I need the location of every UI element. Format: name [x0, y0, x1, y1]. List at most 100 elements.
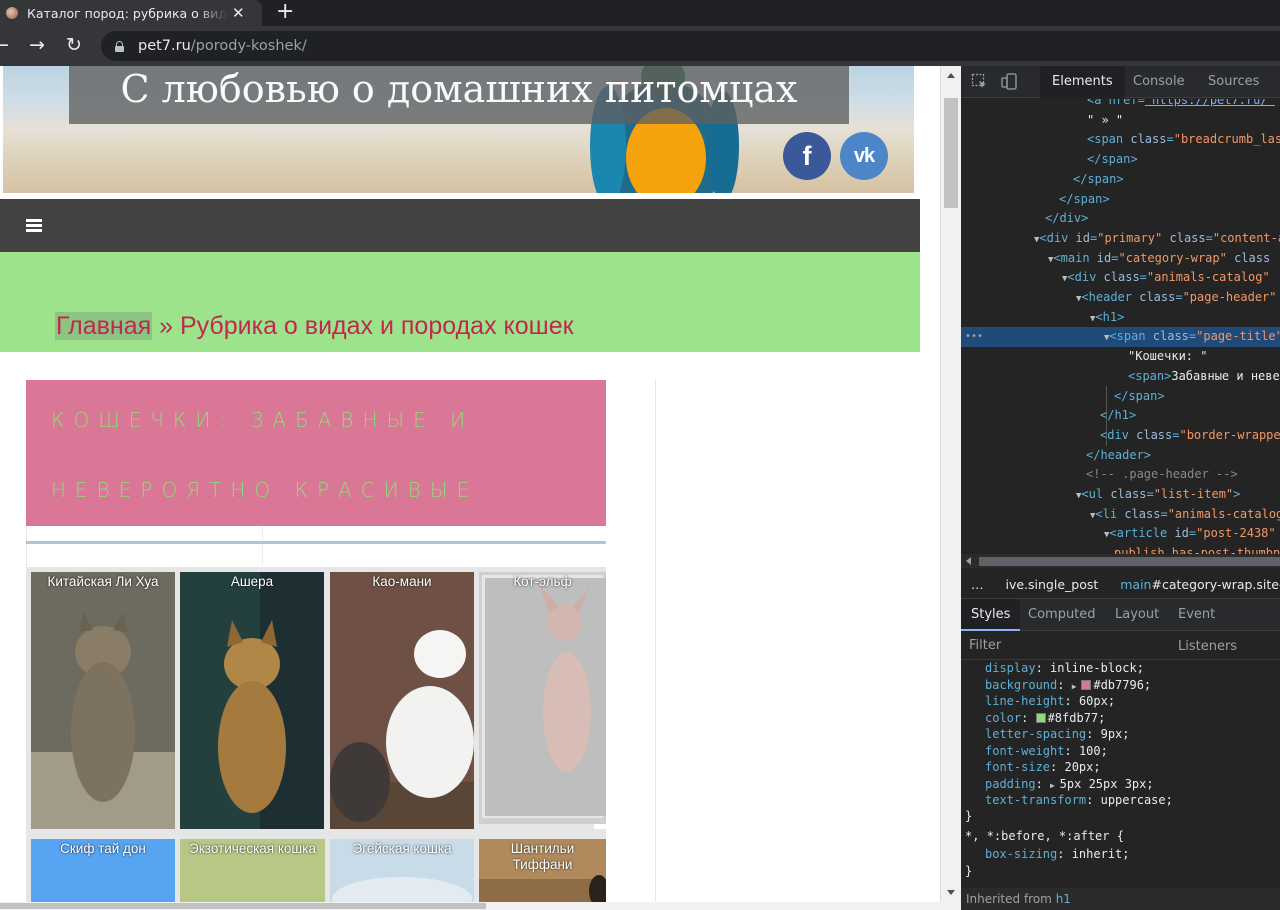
site-banner: С любовью о домашних питомцах [69, 66, 849, 124]
tab-close-icon[interactable]: ✕ [232, 4, 245, 22]
dom-node-line[interactable]: </div> [961, 209, 1280, 229]
dom-node-line[interactable]: ▼<h1> [961, 308, 1280, 328]
dom-node-line[interactable]: <span>Забавные и невероятно [961, 367, 1280, 387]
color-swatch-icon[interactable] [1035, 712, 1046, 723]
tab-layout[interactable]: Layout [1105, 599, 1169, 631]
forward-button[interactable]: → [29, 26, 45, 66]
list-item[interactable]: Скиф тай дон [31, 839, 175, 910]
cat-name: Шантильи Тиффани [510, 841, 575, 872]
style-declaration[interactable]: letter-spacing: 9px; [985, 726, 1130, 743]
tab-console[interactable]: Console [1121, 66, 1197, 98]
column-divider [262, 526, 263, 566]
dom-node-line[interactable]: " » " [961, 111, 1280, 131]
cat-name: Кот-эльф [513, 574, 572, 589]
dom-node-line[interactable]: </span> [961, 387, 1280, 407]
dom-node-line[interactable]: <!-- .page-header --> [961, 465, 1280, 485]
style-declaration[interactable]: background: ▶ #db7796; [985, 677, 1151, 694]
main-navbar [0, 199, 920, 252]
browser-tab[interactable]: Каталог пород: рубрика о видах ✕ [0, 0, 262, 26]
cat-photo-li-hua [31, 572, 175, 829]
style-declaration[interactable]: box-sizing: inherit; [985, 846, 1130, 863]
style-declaration[interactable]: text-transform: uppercase; [985, 792, 1173, 809]
dom-node-line[interactable]: ▼<div id="primary" class="content-area" [961, 229, 1280, 249]
style-declaration[interactable]: line-height: 60px; [985, 693, 1115, 710]
dom-node-line[interactable]: <a href="https://pet7.ru/" [961, 99, 1280, 111]
site-favicon-icon [6, 7, 18, 19]
dom-node-line[interactable]: </h1> [961, 406, 1280, 426]
color-swatch-icon[interactable] [1081, 679, 1092, 690]
dom-tree-hscrollbar[interactable] [961, 554, 1280, 568]
style-declaration[interactable]: font-weight: 100; [985, 743, 1108, 760]
list-item[interactable]: Кот-эльф [479, 572, 606, 829]
inspect-element-icon[interactable] [971, 73, 988, 90]
scroll-up-icon[interactable] [947, 73, 955, 78]
dom-node-line[interactable]: </span> [961, 150, 1280, 170]
tab-sources[interactable]: Sources [1196, 66, 1271, 98]
style-declaration[interactable]: display: inline-block; [985, 660, 1144, 677]
dom-node-line[interactable]: ▼<main id="category-wrap" class [961, 249, 1280, 269]
universal-selector: *, *:before, *:after { [965, 829, 1124, 843]
scrollbar-thumb[interactable] [944, 98, 958, 208]
list-item[interactable]: Шантильи Тиффани [479, 839, 606, 910]
dom-tree[interactable]: <a href="https://pet7.ru/" " » " <span cla… [961, 99, 1280, 554]
tab-event-listeners[interactable]: Event Listeners [1168, 599, 1280, 654]
tab-styles[interactable]: Styles [961, 599, 1021, 631]
site-tagline: С любовью о домашних питомцах [120, 67, 798, 111]
device-toolbar-icon[interactable] [1001, 73, 1018, 90]
dom-node-line[interactable]: ▼<li class="animals-catalog" [961, 505, 1280, 525]
address-bar[interactable]: pet7.ru/porody-koshek/ [101, 31, 1280, 61]
dom-node-line[interactable]: </span> [961, 190, 1280, 210]
reload-button[interactable]: ↻ [66, 26, 82, 66]
back-button[interactable]: ← [0, 26, 9, 66]
hscrollbar-thumb[interactable] [0, 903, 486, 909]
cat-name: Ашера [230, 574, 274, 589]
dom-node-line[interactable]: </header> [961, 446, 1280, 466]
rule-close: } [965, 809, 973, 823]
style-declaration[interactable]: color: #8fdb77; [985, 710, 1105, 727]
dom-node-line[interactable]: publish has-post-thumbnail [961, 544, 1280, 554]
page-vertical-scrollbar[interactable] [940, 66, 961, 902]
dom-node-line[interactable]: <div class="border-wrapper" [961, 426, 1280, 446]
cat-name: Эгейская кошка [352, 841, 452, 856]
style-declaration[interactable]: font-size: 20px; [985, 759, 1101, 776]
scroll-left-icon[interactable] [966, 557, 971, 565]
cat-photo-ashera [180, 572, 324, 829]
styles-filter-input[interactable]: Filter [961, 632, 1280, 660]
list-item[interactable]: Эгейская кошка [330, 839, 474, 910]
list-item[interactable]: Китайская Ли Хуа [31, 572, 175, 829]
menu-icon[interactable] [26, 219, 42, 232]
title-border [26, 541, 606, 544]
dom-crumb-item[interactable]: main#category-wrap.site-main [1120, 577, 1280, 592]
node-actions-icon[interactable]: ••• [965, 327, 983, 347]
category-content: Кошечки: забавные и невероятно красивые … [0, 352, 920, 910]
breadcrumb-home-link[interactable]: Главная [55, 312, 153, 340]
dom-node-line[interactable]: ••• ▼<span class="page-title" [961, 327, 1280, 348]
facebook-icon[interactable]: f [783, 132, 831, 180]
dom-node-line[interactable]: "Кошечки: " [961, 347, 1280, 367]
tab-elements[interactable]: Elements [1040, 66, 1125, 98]
list-item[interactable]: Экзотическая кошка [180, 839, 325, 910]
tab-computed[interactable]: Computed [1018, 599, 1106, 631]
styles-tabs: Styles Computed Layout Event Listeners [961, 599, 1280, 654]
page-viewport: С любовью о домашних питомцах f vk Главн… [0, 66, 940, 910]
new-tab-button[interactable]: + [276, 0, 294, 26]
dom-node-line[interactable]: ▼<div class="animals-catalog" [961, 268, 1280, 288]
dom-crumb-item[interactable]: ive.single_post [1005, 577, 1098, 592]
dom-node-line[interactable]: <span class="breadcrumb_last" [961, 130, 1280, 150]
page-horizontal-scrollbar[interactable] [0, 902, 961, 910]
dom-node-line[interactable]: </span> [961, 170, 1280, 190]
list-item[interactable]: Као-мани [330, 572, 474, 829]
tab-title: Каталог пород: рубрика о видах [27, 5, 227, 21]
dom-node-line[interactable]: ▼<article id="post-2438" [961, 524, 1280, 544]
dom-tree-hscroll-thumb[interactable] [979, 557, 1280, 566]
dom-node-line[interactable]: ▼<header class="page-header" [961, 288, 1280, 308]
header-banner: С любовью о домашних питомцах f vk [3, 66, 914, 193]
dom-crumb-dots[interactable]: … [971, 577, 984, 592]
style-declaration[interactable]: padding: ▶ 5px 25px 3px; [985, 776, 1154, 793]
cat-photo-elf-cat [479, 572, 606, 829]
dom-node-line[interactable]: ▼<ul class="list-item"> [961, 485, 1280, 505]
vk-icon[interactable]: vk [840, 132, 888, 180]
cat-name: Китайская Ли Хуа [47, 574, 159, 589]
scroll-down-icon[interactable] [947, 890, 955, 895]
list-item[interactable]: Ашера [180, 572, 324, 829]
